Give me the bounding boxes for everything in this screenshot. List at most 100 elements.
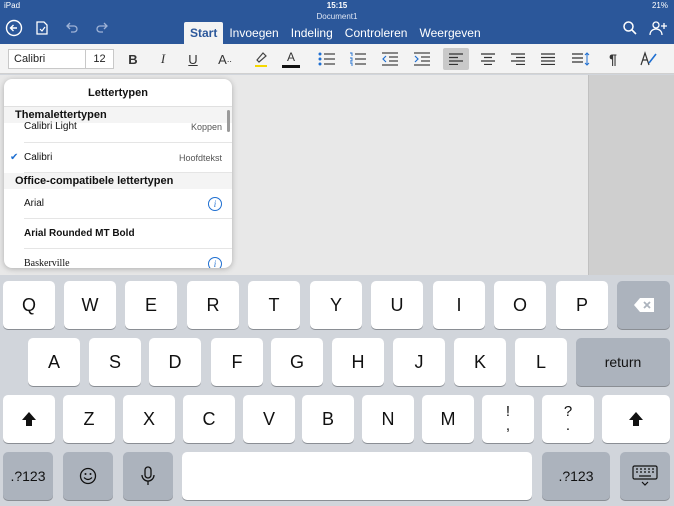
file-icon: [36, 21, 48, 35]
return-key[interactable]: return: [576, 338, 670, 386]
key-p[interactable]: P: [556, 281, 608, 329]
font-option-role: Koppen: [190, 122, 222, 132]
emoji-key[interactable]: [63, 452, 113, 500]
key-i[interactable]: I: [433, 281, 485, 329]
key-t[interactable]: T: [248, 281, 300, 329]
tab-start[interactable]: Start: [184, 22, 224, 44]
text-effects-glyph: A: [218, 51, 227, 67]
key-n[interactable]: N: [362, 395, 414, 443]
clock: 15:15: [326, 1, 348, 10]
space-bar[interactable]: [182, 452, 532, 500]
key-w[interactable]: W: [64, 281, 116, 329]
ellipsis-icon: ..: [226, 54, 232, 64]
office-fonts-header: Office-compatibele lettertypen: [4, 173, 232, 189]
highlighter-icon: [255, 52, 267, 67]
tab-invoegen[interactable]: Invoegen: [223, 22, 284, 44]
font-color-button[interactable]: A: [278, 48, 304, 70]
key-x[interactable]: X: [123, 395, 175, 443]
font-option-name: Arial: [24, 198, 45, 209]
font-option-arial-rounded[interactable]: Arial Rounded MT Bold: [24, 219, 232, 249]
increase-indent-button[interactable]: [409, 48, 435, 70]
key-e[interactable]: E: [125, 281, 177, 329]
key-v[interactable]: V: [243, 395, 295, 443]
key-question-period[interactable]: ? .: [542, 395, 594, 443]
info-icon[interactable]: i: [208, 257, 222, 268]
key-f[interactable]: F: [211, 338, 263, 386]
tab-indeling[interactable]: Indeling: [285, 22, 339, 44]
justify-button[interactable]: [535, 48, 561, 70]
key-a[interactable]: A: [28, 338, 80, 386]
document-margin-right: [588, 75, 674, 275]
backspace-key[interactable]: [617, 281, 670, 329]
key-z[interactable]: Z: [63, 395, 115, 443]
font-size-field[interactable]: 12: [86, 49, 114, 69]
shift-key-right[interactable]: [602, 395, 670, 443]
decrease-indent-icon: [382, 52, 398, 66]
font-option-arial[interactable]: Arial i: [24, 189, 232, 219]
key-m[interactable]: M: [422, 395, 474, 443]
align-left-button[interactable]: [443, 48, 469, 70]
add-person-icon: [649, 21, 667, 36]
key-g[interactable]: G: [271, 338, 323, 386]
key-exclaim-comma[interactable]: ! ,: [482, 395, 534, 443]
shift-key-left[interactable]: [3, 395, 55, 443]
bold-button[interactable]: B: [120, 48, 146, 70]
underline-button[interactable]: U: [180, 48, 206, 70]
key-o[interactable]: O: [494, 281, 546, 329]
back-button[interactable]: [4, 18, 24, 38]
font-option-calibri[interactable]: ✔ Calibri Hoofdtekst: [10, 143, 232, 173]
key-d[interactable]: D: [149, 338, 201, 386]
key-h[interactable]: H: [332, 338, 384, 386]
align-center-button[interactable]: [475, 48, 501, 70]
key-j[interactable]: J: [393, 338, 445, 386]
paragraph-marks-button[interactable]: ¶: [600, 48, 626, 70]
undo-button[interactable]: [62, 18, 82, 38]
font-option-name: Calibri: [24, 152, 53, 163]
numbers-key-left[interactable]: .?123: [3, 452, 53, 500]
font-option-name: Arial Rounded MT Bold: [24, 228, 135, 239]
highlight-button[interactable]: [248, 48, 274, 70]
align-right-icon: [511, 53, 525, 65]
text-effects-button[interactable]: A..: [212, 48, 238, 70]
font-option-role: Hoofdtekst: [178, 153, 222, 163]
font-color-glyph: A: [286, 49, 295, 64]
search-button[interactable]: [620, 18, 640, 38]
key-r[interactable]: R: [187, 281, 239, 329]
align-right-button[interactable]: [505, 48, 531, 70]
key-u[interactable]: U: [371, 281, 423, 329]
popover-scrollbar[interactable]: [227, 110, 230, 132]
key-s[interactable]: S: [89, 338, 141, 386]
font-name-field[interactable]: Calibri: [8, 49, 86, 69]
dictation-key[interactable]: [123, 452, 173, 500]
bullet-list-button[interactable]: [314, 48, 340, 70]
numbered-list-icon: [350, 52, 366, 66]
font-option-baskerville[interactable]: Baskerville i: [24, 249, 232, 268]
line-spacing-icon: [572, 52, 590, 66]
redo-button[interactable]: [92, 18, 112, 38]
file-button[interactable]: [32, 18, 52, 38]
numbers-key-right[interactable]: .?123: [542, 452, 610, 500]
key-l[interactable]: L: [515, 338, 567, 386]
share-button[interactable]: [648, 18, 668, 38]
hide-keyboard-key[interactable]: [620, 452, 670, 500]
document-canvas[interactable]: [232, 75, 588, 275]
tab-weergeven[interactable]: Weergeven: [413, 22, 486, 44]
tab-controleren[interactable]: Controleren: [339, 22, 414, 44]
justify-icon: [541, 53, 555, 65]
styles-button[interactable]: [636, 48, 662, 70]
key-k[interactable]: K: [454, 338, 506, 386]
bullet-list-icon: [318, 52, 335, 66]
line-spacing-button[interactable]: [568, 48, 594, 70]
key-b[interactable]: B: [302, 395, 354, 443]
key-c[interactable]: C: [183, 395, 235, 443]
font-option-calibri-light[interactable]: Calibri Light Koppen: [24, 122, 232, 143]
undo-icon: [66, 22, 78, 33]
decrease-indent-button[interactable]: [377, 48, 403, 70]
battery-label: 21%: [651, 1, 668, 10]
italic-button[interactable]: I: [150, 48, 176, 70]
numbered-list-button[interactable]: [345, 48, 371, 70]
key-y[interactable]: Y: [310, 281, 362, 329]
align-left-icon: [449, 53, 463, 65]
key-q[interactable]: Q: [3, 281, 55, 329]
info-icon[interactable]: i: [208, 197, 222, 211]
